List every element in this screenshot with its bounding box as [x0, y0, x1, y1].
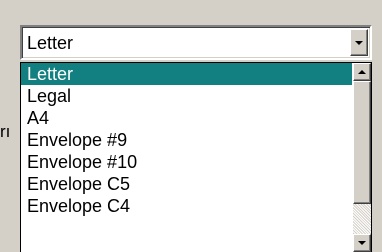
vertical-scrollbar[interactable] — [353, 63, 371, 252]
list-item-legal[interactable]: Legal — [21, 85, 352, 107]
scroll-up-button[interactable] — [353, 63, 371, 81]
list-item-envelope-10[interactable]: Envelope #10 — [21, 151, 352, 173]
list-item-envelope-c4[interactable]: Envelope C4 — [21, 195, 352, 217]
option-list: Letter Legal A4 Envelope #9 Envelope #10… — [21, 63, 352, 217]
paper-size-dropdown-list[interactable]: Letter Legal A4 Envelope #9 Envelope #10… — [20, 62, 372, 252]
chevron-down-icon — [355, 40, 363, 45]
paper-size-combobox[interactable]: Letter — [20, 25, 372, 60]
chevron-down-icon — [358, 241, 366, 245]
dropdown-button[interactable] — [350, 29, 368, 56]
list-item-a4[interactable]: A4 — [21, 107, 352, 129]
obscured-label: rı — [0, 122, 11, 141]
list-item-envelope-9[interactable]: Envelope #9 — [21, 129, 352, 151]
scroll-down-button[interactable] — [353, 234, 371, 252]
scrollbar-thumb[interactable] — [353, 81, 371, 204]
paper-size-dialog: rı Letter Letter Legal A4 Envelope #9 En… — [0, 0, 382, 252]
combobox-value: Letter — [27, 33, 74, 53]
list-item-envelope-c5[interactable]: Envelope C5 — [21, 173, 352, 195]
chevron-up-icon — [358, 70, 366, 74]
list-item-letter[interactable]: Letter — [21, 63, 352, 85]
